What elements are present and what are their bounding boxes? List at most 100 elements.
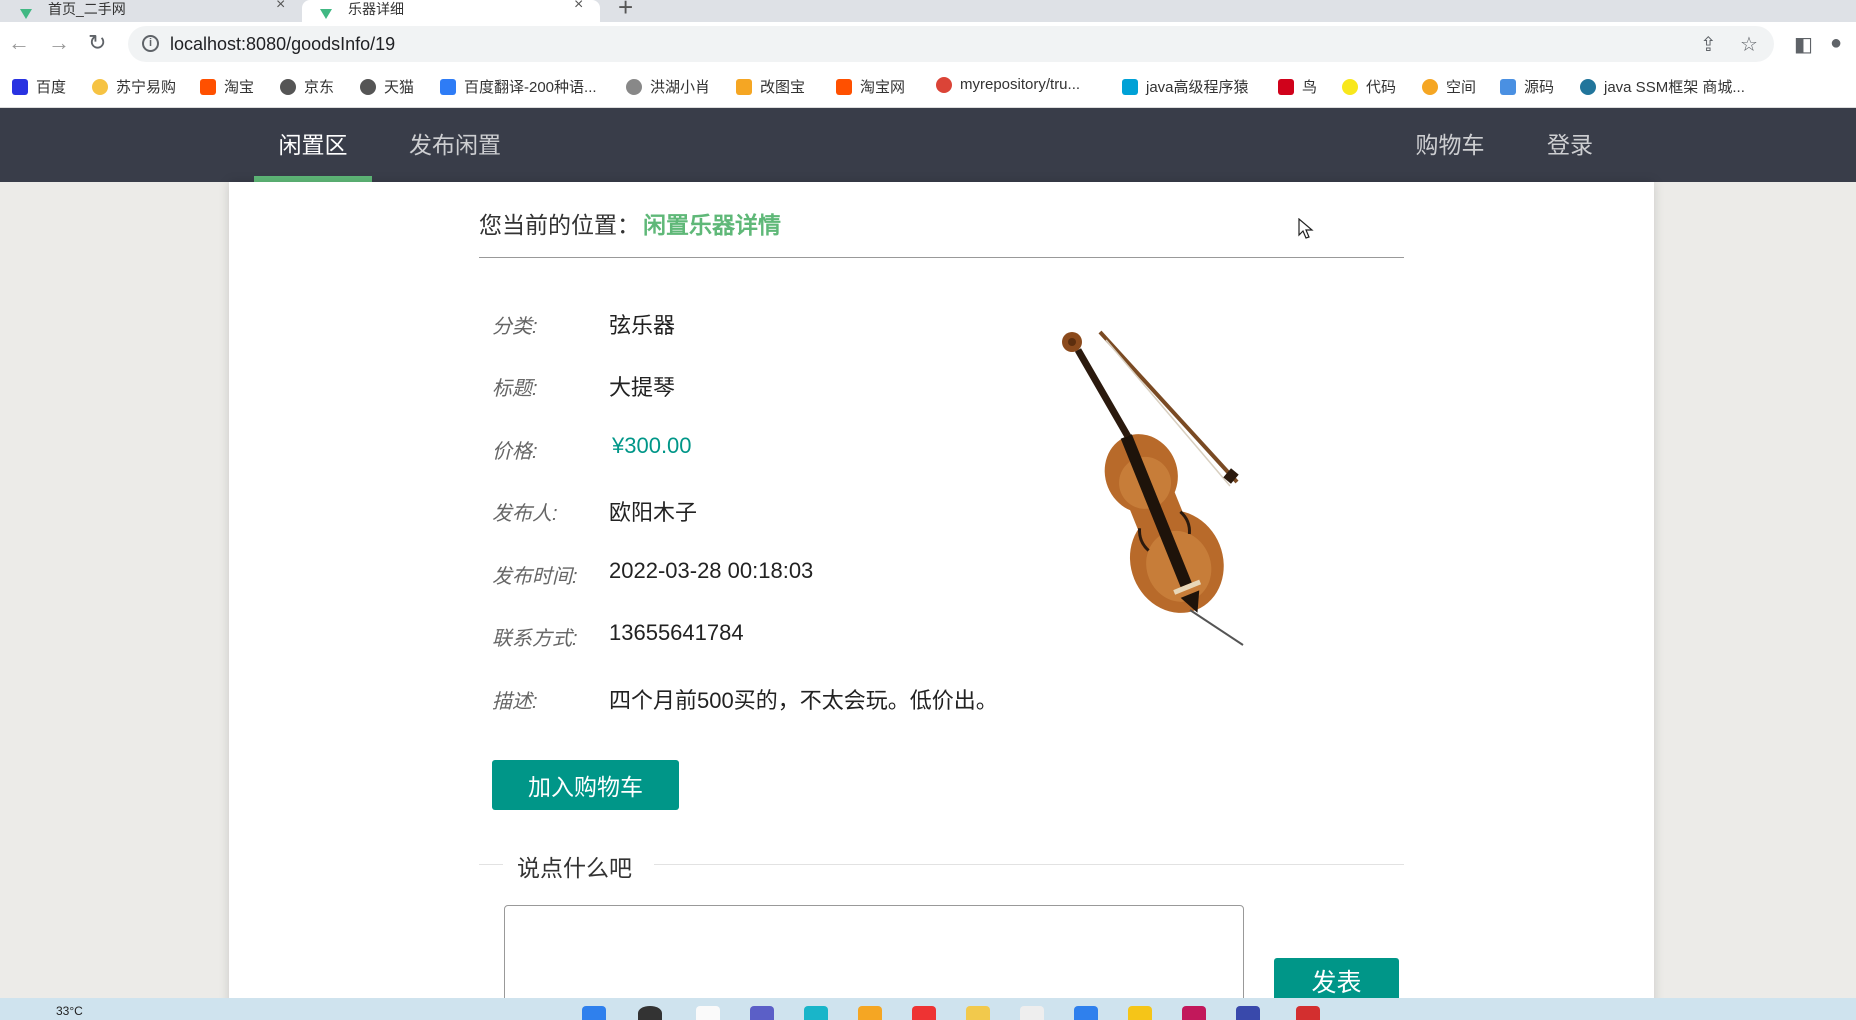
forward-arrow-icon[interactable]: → <box>48 30 70 56</box>
chrome-icon[interactable] <box>912 1006 936 1020</box>
field-value-publish-time: 2022-03-28 00:18:03 <box>609 558 814 583</box>
browser-tab-active[interactable]: 乐器详细 × <box>302 0 600 22</box>
bookmark-item[interactable]: 源码 <box>1500 76 1554 97</box>
side-panel-icon[interactable]: ◧ <box>1794 32 1813 57</box>
bookmark-item[interactable]: 苏宁易购 <box>92 76 176 97</box>
bookmark-item[interactable]: java SSM框架 商城... <box>1580 76 1745 97</box>
code-icon <box>1342 78 1358 95</box>
field-label-description: 描述: <box>492 691 538 713</box>
globe-icon <box>360 78 376 95</box>
cello-body <box>1104 434 1224 613</box>
profile-icon[interactable]: ● <box>1830 32 1842 55</box>
breadcrumb-divider <box>479 257 1404 258</box>
suning-icon <box>92 78 108 95</box>
chrome-icon <box>936 76 952 93</box>
wordpress-icon <box>1580 78 1596 95</box>
reload-icon[interactable]: ↻ <box>88 30 106 56</box>
comment-section-title: 说点什么吧 <box>517 855 632 881</box>
field-value-contact: 13655641784 <box>609 620 744 645</box>
start-icon[interactable] <box>582 1006 606 1020</box>
content-card <box>229 182 1654 1020</box>
cello-endpin <box>1189 609 1244 646</box>
field-label-category: 分类: <box>492 316 538 338</box>
docker-icon <box>1500 78 1516 95</box>
app-icon[interactable] <box>1020 1006 1044 1020</box>
bilibili-icon <box>1122 78 1138 95</box>
weather-temp: 33°C <box>56 1004 83 1018</box>
close-icon[interactable]: × <box>574 0 583 14</box>
taobao-icon <box>200 78 216 95</box>
tab-title: 首页_二手网 <box>48 1 126 17</box>
app-icon[interactable] <box>1236 1006 1260 1020</box>
app-icon[interactable] <box>750 1006 774 1020</box>
add-to-cart-button[interactable]: 加入购物车 <box>492 760 679 810</box>
nav-item-publish[interactable]: 发布闲置 <box>392 108 518 182</box>
bookmark-item[interactable]: 百度翻译-200种语... <box>440 76 597 97</box>
bookmark-item[interactable]: 京东 <box>280 76 334 97</box>
nav-item-cart[interactable]: 购物车 <box>1400 108 1500 182</box>
bookmark-item[interactable]: myrepository/tru... <box>936 76 1080 93</box>
field-label-contact: 联系方式: <box>492 628 578 650</box>
app-icon[interactable] <box>1074 1006 1098 1020</box>
field-value-publisher: 欧阳木子 <box>609 500 698 525</box>
nav-item-idle-zone[interactable]: 闲置区 <box>254 108 372 182</box>
folder-icon[interactable] <box>966 1006 990 1020</box>
bookmark-item[interactable]: 洪湖小肖 <box>626 76 710 97</box>
back-arrow-icon[interactable]: ← <box>8 30 30 56</box>
bookmark-item[interactable]: 天猫 <box>360 76 414 97</box>
browser-tab[interactable]: 首页_二手网 × <box>20 0 300 22</box>
close-icon[interactable]: × <box>276 0 285 14</box>
scroll-center <box>1068 338 1076 346</box>
tab-title: 乐器详细 <box>348 1 404 17</box>
bookmark-item[interactable]: 空间 <box>1422 76 1476 97</box>
baidu-icon <box>12 78 28 95</box>
app-icon[interactable] <box>858 1006 882 1020</box>
gaitubao-icon <box>736 78 752 95</box>
app-icon[interactable] <box>1182 1006 1206 1020</box>
taobao-icon <box>836 78 852 95</box>
app-icon[interactable] <box>1296 1006 1320 1020</box>
field-value-title: 大提琴 <box>609 375 676 400</box>
bird-icon <box>1278 78 1294 95</box>
bookmark-item[interactable]: 改图宝 <box>736 76 805 97</box>
url-text[interactable]: localhost:8080/goodsInfo/19 <box>170 34 395 55</box>
taskview-icon[interactable] <box>696 1006 720 1020</box>
bookmark-item[interactable]: 淘宝 <box>200 76 254 97</box>
breadcrumb-label: 您当前的位置： <box>479 212 640 238</box>
app-icon[interactable] <box>1128 1006 1152 1020</box>
search-icon[interactable] <box>638 1006 662 1020</box>
field-label-title: 标题: <box>492 378 538 400</box>
app-navbar: 闲置区 发布闲置 购物车 登录 <box>0 108 1856 182</box>
new-tab-button[interactable]: + <box>618 0 633 23</box>
browser-tabstrip: 首页_二手网 × 乐器详细 × + <box>0 0 1856 22</box>
space-icon <box>1422 78 1438 95</box>
field-label-publish-time: 发布时间: <box>492 566 578 588</box>
bookmarks-bar: 百度 苏宁易购 淘宝 京东 天猫 百度翻译-200种语... 洪湖小肖 改图宝 … <box>0 66 1856 108</box>
vue-logo-icon <box>20 9 32 19</box>
app-icon[interactable] <box>804 1006 828 1020</box>
address-bar[interactable]: i localhost:8080/goodsInfo/19 ⇪ ☆ <box>128 26 1774 62</box>
bookmark-item[interactable]: java高级程序猿 <box>1122 76 1249 97</box>
product-image-cello <box>1062 330 1244 646</box>
bookmark-item[interactable]: 鸟 <box>1278 76 1317 97</box>
bookmark-item[interactable]: 淘宝网 <box>836 76 905 97</box>
share-icon[interactable]: ⇪ <box>1700 32 1717 57</box>
bird-icon <box>626 78 642 95</box>
globe-icon <box>280 78 296 95</box>
star-icon[interactable]: ☆ <box>1740 32 1758 57</box>
mouse-cursor-icon <box>1298 218 1314 239</box>
field-value-price: ¥300.00 <box>612 433 692 458</box>
nav-item-login[interactable]: 登录 <box>1520 108 1620 182</box>
bookmark-item[interactable]: 代码 <box>1342 76 1396 97</box>
baidu-translate-icon <box>440 78 456 95</box>
comment-divider-right <box>654 864 1404 865</box>
bookmark-item[interactable]: 百度 <box>12 76 66 97</box>
field-value-category: 弦乐器 <box>609 313 676 338</box>
field-label-price: 价格: <box>492 441 538 463</box>
browser-toolbar: ← → ↻ i localhost:8080/goodsInfo/19 ⇪ ☆ … <box>0 22 1856 66</box>
vue-logo-icon <box>320 9 332 19</box>
info-icon[interactable]: i <box>142 35 159 52</box>
field-label-publisher: 发布人: <box>492 503 558 525</box>
cello-neck <box>1074 348 1134 442</box>
breadcrumb-current: 闲置乐器详情 <box>643 212 781 238</box>
